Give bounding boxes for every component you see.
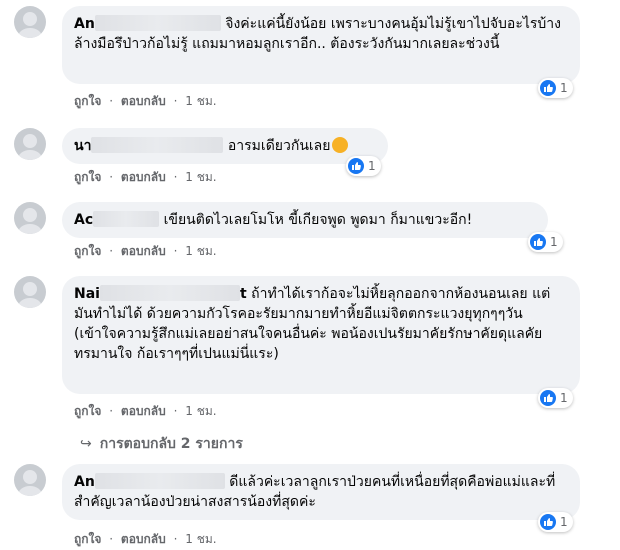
avatar[interactable] — [14, 128, 46, 160]
laughing-emoji-icon — [332, 137, 349, 153]
view-replies-link[interactable]: ↪ การตอบกลับ 2 รายการ — [80, 433, 243, 455]
redacted-name — [94, 473, 225, 489]
timestamp[interactable]: 1 ชม. — [185, 94, 216, 108]
redacted-name — [91, 137, 224, 153]
reply-button[interactable]: ตอบกลับ — [121, 94, 166, 108]
like-button[interactable]: ถูกใจ — [74, 94, 101, 108]
comment-text: เขียนติดไวเลยโมโห ขี้เกียจพูด พูดมา ก็มา… — [163, 212, 473, 228]
timestamp[interactable]: 1 ชม. — [185, 404, 216, 418]
reply-button[interactable]: ตอบกลับ — [121, 170, 166, 184]
like-reaction-icon — [348, 158, 364, 174]
reaction-count[interactable]: 1 — [528, 232, 563, 252]
reaction-count[interactable]: 1 — [538, 78, 573, 98]
like-reaction-icon — [540, 390, 556, 406]
reaction-count[interactable]: 1 — [538, 512, 573, 532]
avatar[interactable] — [14, 276, 46, 308]
reply-button[interactable]: ตอบกลับ — [121, 532, 166, 546]
avatar[interactable] — [14, 464, 46, 496]
reaction-count[interactable]: 1 — [346, 156, 381, 176]
avatar[interactable] — [14, 202, 46, 234]
like-reaction-icon — [540, 514, 556, 530]
reply-button[interactable]: ตอบกลับ — [121, 244, 166, 258]
comment-bubble: An ดีแล้วค่ะเวลาลูกเราป่วยคนที่เหนื่อยที… — [62, 464, 580, 520]
comment-bubble: Ac เขียนติดไวเลยโมโห ขี้เกียจพูด พูดมา ก… — [62, 202, 548, 238]
timestamp[interactable]: 1 ชม. — [185, 244, 216, 258]
like-button[interactable]: ถูกใจ — [74, 532, 101, 546]
comment-text: อารมเดียวกันเลย — [227, 138, 331, 154]
comment-actions: ถูกใจ · ตอบกลับ · 1 ชม. — [74, 532, 217, 546]
comment-actions: ถูกใจ · ตอบกลับ · 1 ชม. — [74, 244, 217, 258]
reaction-count[interactable]: 1 — [538, 388, 573, 408]
like-reaction-icon — [530, 234, 546, 250]
comment-actions: ถูกใจ · ตอบกลับ · 1 ชม. — [74, 170, 217, 184]
redacted-name — [99, 285, 240, 301]
comment-bubble: Nai t ถ้าทำได้เราก้อจะไม่หิ้ยลุกออกจากห้อ… — [62, 276, 580, 394]
like-reaction-icon — [540, 80, 556, 96]
commenter-name[interactable]: An — [74, 473, 225, 490]
redacted-name — [93, 211, 160, 227]
timestamp[interactable]: 1 ชม. — [185, 170, 216, 184]
comment-actions: ถูกใจ · ตอบกลับ · 1 ชม. — [74, 404, 217, 418]
like-button[interactable]: ถูกใจ — [74, 244, 101, 258]
comment-bubble: An จิงค่ะแค่นี้ยังน้อย เพราะบางคนอุ้มไม่… — [62, 6, 580, 84]
like-button[interactable]: ถูกใจ — [74, 404, 101, 418]
timestamp[interactable]: 1 ชม. — [185, 532, 216, 546]
avatar[interactable] — [14, 6, 46, 38]
commenter-name[interactable]: Ac — [74, 211, 160, 228]
reply-button[interactable]: ตอบกลับ — [121, 404, 166, 418]
commenter-name[interactable]: Nai t — [74, 285, 247, 302]
comment-actions: ถูกใจ · ตอบกลับ · 1 ชม. — [74, 94, 217, 108]
comment-bubble: นา อารมเดียวกันเลย — [62, 128, 388, 164]
reply-arrow-icon: ↪ — [80, 436, 92, 452]
commenter-name[interactable]: นา — [74, 137, 224, 154]
redacted-name — [94, 15, 221, 31]
commenter-name[interactable]: An — [74, 15, 221, 32]
like-button[interactable]: ถูกใจ — [74, 170, 101, 184]
